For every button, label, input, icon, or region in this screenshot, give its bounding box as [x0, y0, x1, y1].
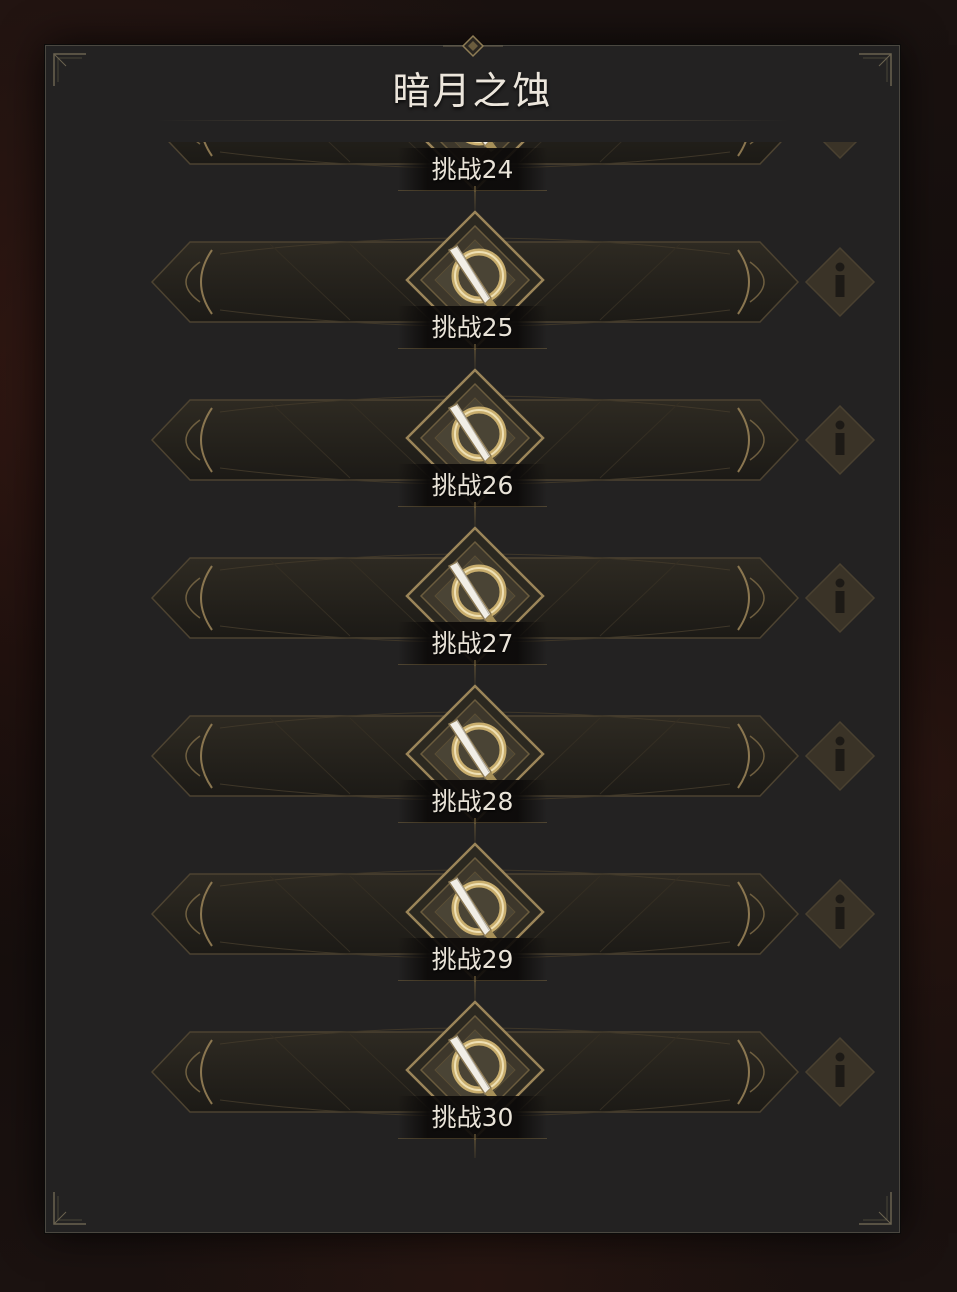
challenge-label: 挑战24	[397, 148, 548, 191]
challenge-row[interactable]: 挑战26	[46, 368, 899, 526]
challenge-row[interactable]: 挑战27	[46, 526, 899, 684]
row-connector	[474, 1134, 476, 1158]
challenge-row[interactable]: 挑战29	[46, 842, 899, 1000]
challenge-label: 挑战28	[397, 780, 548, 823]
info-icon[interactable]	[803, 1035, 877, 1109]
row-connector	[474, 186, 476, 210]
challenge-list-viewport[interactable]: 挑战24 挑战25 挑战26 挑战27 挑战28 挑战29 挑战30	[46, 142, 899, 1222]
challenge-row[interactable]: 挑战30	[46, 1000, 899, 1158]
panel-header: 暗月之蚀	[46, 34, 899, 142]
row-connector	[474, 660, 476, 684]
row-connector	[474, 502, 476, 526]
challenge-label: 挑战26	[397, 464, 548, 507]
header-divider	[156, 120, 789, 121]
challenge-label: 挑战25	[397, 306, 548, 349]
info-icon[interactable]	[803, 877, 877, 951]
challenge-label-plate: 挑战24	[46, 148, 899, 191]
row-connector	[474, 344, 476, 368]
page-title: 暗月之蚀	[392, 69, 553, 113]
row-connector	[474, 818, 476, 842]
challenge-label: 挑战27	[397, 622, 548, 665]
challenge-label-plate: 挑战30	[46, 1096, 899, 1139]
challenge-row[interactable]: 挑战25	[46, 210, 899, 368]
challenge-row[interactable]: 挑战28	[46, 684, 899, 842]
row-connector	[474, 976, 476, 1000]
info-icon[interactable]	[803, 561, 877, 635]
diamond-ornament-icon	[442, 34, 503, 58]
challenge-label-plate: 挑战25	[46, 306, 899, 349]
challenge-list: 挑战24 挑战25 挑战26 挑战27 挑战28 挑战29 挑战30	[46, 142, 899, 1158]
info-icon[interactable]	[803, 142, 877, 161]
challenge-label-plate: 挑战27	[46, 622, 899, 665]
info-icon[interactable]	[803, 719, 877, 793]
challenge-label-plate: 挑战29	[46, 938, 899, 981]
info-icon[interactable]	[803, 403, 877, 477]
challenge-label-plate: 挑战28	[46, 780, 899, 823]
challenge-label-plate: 挑战26	[46, 464, 899, 507]
challenge-row[interactable]: 挑战24	[46, 142, 899, 210]
challenge-label: 挑战29	[397, 938, 548, 981]
challenge-label: 挑战30	[397, 1096, 548, 1139]
challenge-list-panel: 暗月之蚀 挑战24 挑战25 挑战26 挑战27 挑战28 挑战29 挑战30	[45, 34, 900, 1233]
info-icon[interactable]	[803, 245, 877, 319]
